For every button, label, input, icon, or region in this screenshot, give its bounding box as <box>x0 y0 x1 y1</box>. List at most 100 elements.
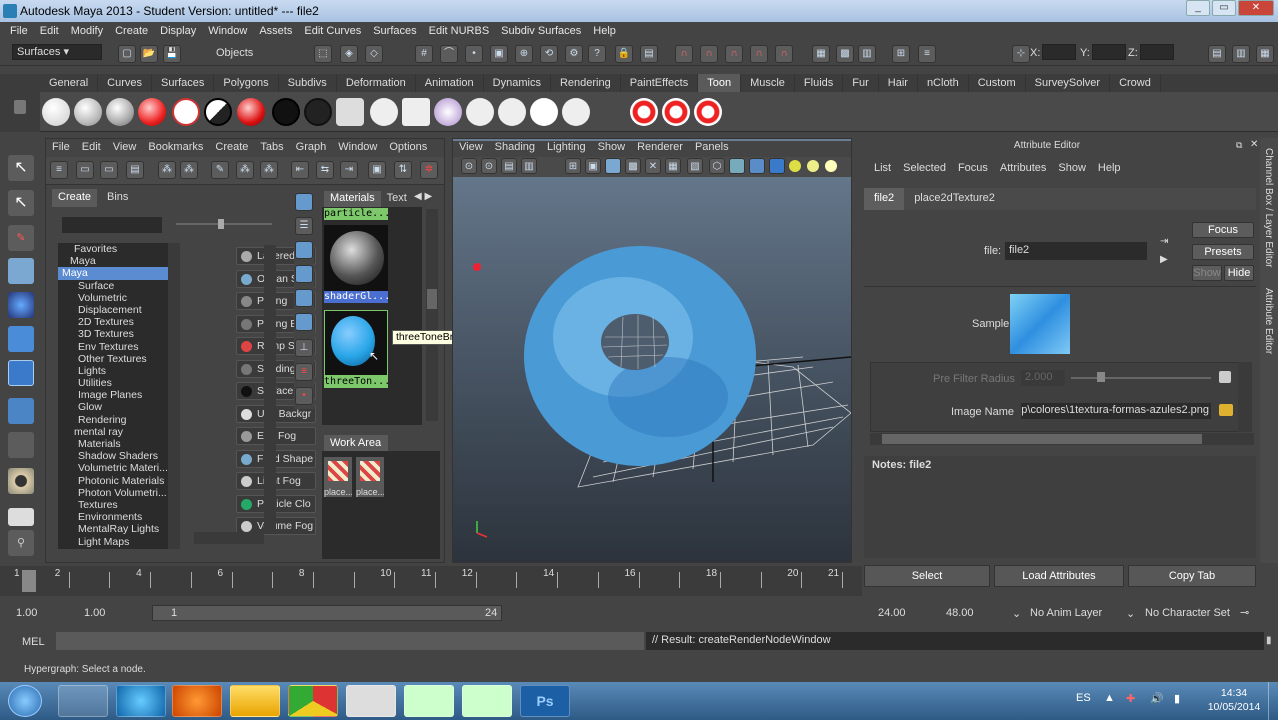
script-editor-icon[interactable]: ▮ <box>1266 635 1276 647</box>
viewport-menu-show[interactable]: Show <box>592 141 632 157</box>
toon-paint-icon[interactable] <box>370 98 398 126</box>
playback-end[interactable]: 24.00 <box>878 607 906 619</box>
command-input[interactable] <box>56 632 644 650</box>
swatch-tool5-icon[interactable] <box>295 289 313 307</box>
hypershade-menu-options[interactable]: Options <box>383 141 433 157</box>
prefilter-slider[interactable] <box>1071 377 1211 379</box>
tree-item[interactable]: Shadow Shaders <box>58 450 178 462</box>
light-locator-icon[interactable] <box>473 263 481 271</box>
paint-select-icon[interactable]: ✎ <box>8 225 34 251</box>
swatch-tool2-icon[interactable]: ☰ <box>295 217 313 235</box>
magnet5-icon[interactable]: ∩ <box>775 45 793 63</box>
magnet3-icon[interactable]: ∩ <box>725 45 743 63</box>
output-connections-icon[interactable]: ⇥ <box>340 161 358 179</box>
playback-start[interactable]: 1.00 <box>84 607 105 619</box>
render-region-icon[interactable]: ▤ <box>640 45 658 63</box>
mel-label[interactable]: MEL <box>22 636 45 648</box>
graph-network-icon[interactable]: ⁂ <box>260 161 278 179</box>
tree-item[interactable]: Lights <box>58 365 178 377</box>
tab-place2dtexture2[interactable]: place2dTexture2 <box>904 188 1005 210</box>
node-list-hscroll[interactable] <box>194 532 264 544</box>
toon-fill-shaded-icon[interactable] <box>106 98 134 126</box>
node-search-field[interactable] <box>62 217 162 233</box>
ae-menu-focus[interactable]: Focus <box>952 162 994 178</box>
tab-file2[interactable]: file2 <box>864 188 905 210</box>
sort-icon[interactable]: ✲ <box>420 161 438 179</box>
viewport-menu-renderer[interactable]: Renderer <box>631 141 689 157</box>
menu-set-dropdown[interactable]: Surfaces ▾ <box>12 44 102 60</box>
tree-item[interactable]: Glow <box>58 401 178 413</box>
shelf-tab-custom[interactable]: Custom <box>969 74 1026 92</box>
viewport-menu-view[interactable]: View <box>453 141 489 157</box>
tab-materials[interactable]: Materials <box>324 191 381 207</box>
render-view-icon[interactable]: ▣ <box>368 161 386 179</box>
tree-item[interactable]: 2D Textures <box>58 316 178 328</box>
hypershade-menu-view[interactable]: View <box>107 141 143 157</box>
place2d-node-1[interactable]: place... <box>324 457 352 497</box>
shelf-tab-ncloth[interactable]: nCloth <box>918 74 969 92</box>
lights-icon[interactable] <box>789 160 801 172</box>
shelf-tab-fur[interactable]: Fur <box>843 74 879 92</box>
safe-title-icon[interactable]: ▧ <box>687 158 703 174</box>
select-hierarchy-icon[interactable]: ⬚ <box>314 45 332 63</box>
tree-item[interactable]: Displacement <box>58 304 178 316</box>
shelf-tab-toon[interactable]: Toon <box>698 74 742 92</box>
ipr-render-icon[interactable]: ▩ <box>836 45 854 63</box>
rename-icon[interactable]: ≡ <box>918 45 936 63</box>
end-time[interactable]: 48.00 <box>946 607 974 619</box>
ao-icon[interactable] <box>825 160 837 172</box>
tree-item[interactable]: Surface <box>58 280 178 292</box>
hypershade-menu-tabs[interactable]: Tabs <box>254 141 289 157</box>
attribute-editor-toggle-icon[interactable]: ▤ <box>1208 45 1226 63</box>
viewport-menu-lighting[interactable]: Lighting <box>541 141 592 157</box>
focus-button[interactable]: Focus <box>1192 222 1254 238</box>
tab-textures[interactable]: Text <box>381 191 413 207</box>
smooth-shade-icon[interactable] <box>729 158 745 174</box>
toon-fill-red-icon[interactable] <box>138 98 166 126</box>
hypershade-menu-file[interactable]: File <box>46 141 76 157</box>
camera-attr-icon[interactable]: ⊙ <box>481 158 497 174</box>
toon-line-icon[interactable] <box>336 98 364 126</box>
photoshop-taskbar-icon[interactable]: Ps <box>520 685 570 717</box>
toggle-create-bar-icon[interactable]: ≡ <box>50 161 68 179</box>
shelf-tab-muscle[interactable]: Muscle <box>741 74 795 92</box>
menu-create[interactable]: Create <box>109 25 154 37</box>
tree-item[interactable]: Environments <box>58 511 178 523</box>
toon-lips2-icon[interactable] <box>662 98 690 126</box>
rearrange-icon[interactable]: ⁂ <box>236 161 254 179</box>
swatch-tool7-icon[interactable]: ⊥ <box>295 339 313 357</box>
graph-down-icon[interactable]: ⁂ <box>180 161 198 179</box>
soft-mod-icon[interactable] <box>8 398 34 424</box>
ae-menu-list[interactable]: List <box>868 162 897 178</box>
work-area-tab[interactable]: Work Area <box>324 435 388 451</box>
perspective-viewport[interactable]: View Shading Lighting Show Renderer Panels ⊙ … <box>452 138 852 563</box>
swatch-tool8-icon[interactable]: ≡ <box>295 363 313 381</box>
node-button[interactable]: Fluid Shape <box>236 449 316 468</box>
toon-gear-icon[interactable] <box>498 98 526 126</box>
minimize-button[interactable]: _ <box>1186 0 1210 16</box>
lock-icon[interactable]: 🔒 <box>615 45 633 63</box>
maya-taskbar-icon[interactable] <box>346 685 396 717</box>
grid-icon[interactable]: ⊞ <box>565 158 581 174</box>
ae-menu-selected[interactable]: Selected <box>897 162 952 178</box>
shelf-tab-animation[interactable]: Animation <box>416 74 484 92</box>
show-desktop-button[interactable] <box>1268 682 1278 720</box>
field-chart-icon[interactable]: ✕ <box>645 158 661 174</box>
tree-item[interactable]: Light Maps <box>58 536 178 548</box>
swatch-label-threetone[interactable]: threeTon... <box>324 376 388 388</box>
show-manipulator-icon[interactable] <box>8 432 34 458</box>
snap-point-icon[interactable]: • <box>465 45 483 63</box>
layout-single-icon[interactable] <box>8 468 34 494</box>
gate-mask-icon[interactable]: ▩ <box>625 158 641 174</box>
node-button[interactable]: Env Fog <box>236 427 316 445</box>
current-time-marker[interactable] <box>22 570 36 592</box>
toon-fill-white-icon[interactable] <box>42 98 70 126</box>
tree-item[interactable]: Maya <box>58 267 178 280</box>
lasso-tool-icon[interactable]: ↖ <box>8 190 34 216</box>
transform-mode-icon[interactable]: ⊹ <box>1012 45 1030 63</box>
universal-tool-icon[interactable] <box>8 360 34 386</box>
node-button[interactable]: Light Fog <box>236 472 316 490</box>
menu-surfaces[interactable]: Surfaces <box>367 25 422 37</box>
chrome-taskbar-icon[interactable] <box>288 685 338 717</box>
tree-item[interactable]: mental ray <box>58 426 178 438</box>
